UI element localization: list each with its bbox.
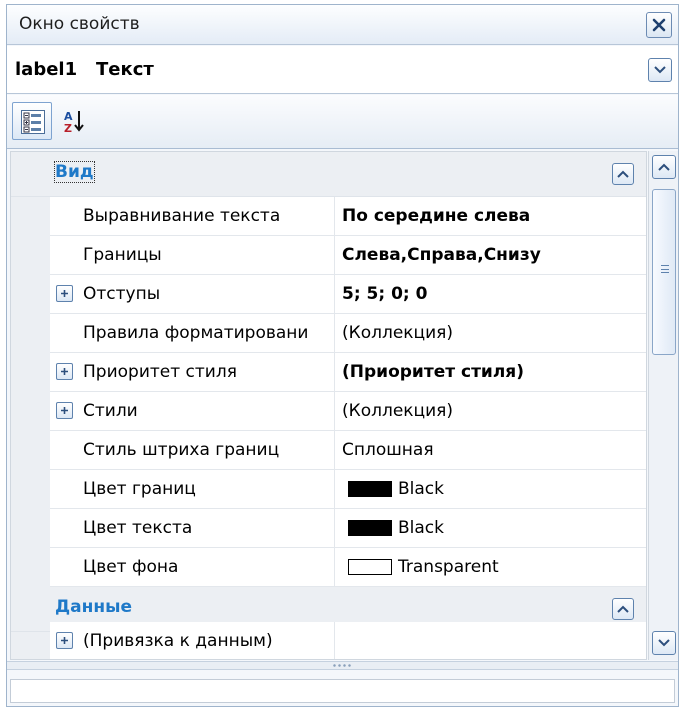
property-row[interactable]: (Привязка к данным) xyxy=(50,622,646,659)
object-name: label1 xyxy=(15,59,78,80)
category-header-appearance[interactable]: Вид xyxy=(11,152,646,197)
category-label: Данные xyxy=(55,597,133,617)
expand-button[interactable] xyxy=(56,632,73,649)
alphabetical-view-button[interactable]: A Z xyxy=(55,102,95,140)
category-label: Вид xyxy=(54,161,95,183)
window-title: Окно свойств xyxy=(19,14,140,34)
svg-text:Z: Z xyxy=(64,122,72,135)
scroll-down-button[interactable] xyxy=(652,631,676,655)
property-grid: Вид Выравнивание текста По середине слев… xyxy=(10,151,647,660)
property-row[interactable]: Цвет текста Black xyxy=(50,509,646,548)
property-value[interactable]: 5; 5; 0; 0 xyxy=(342,284,427,304)
color-swatch xyxy=(348,481,392,497)
property-value[interactable]: Сплошная xyxy=(342,440,434,460)
splitter-grip-icon xyxy=(332,664,352,667)
property-row[interactable]: Отступы 5; 5; 0; 0 xyxy=(50,275,646,314)
close-button[interactable] xyxy=(646,12,672,38)
sort-az-icon: A Z xyxy=(64,110,84,135)
property-name: Цвет границ xyxy=(83,479,196,499)
property-row[interactable]: Границы Слева,Справа,Снизу xyxy=(50,236,646,275)
property-name: Стиль штриха границ xyxy=(83,440,280,460)
collapse-category-button[interactable] xyxy=(612,163,634,185)
expand-button[interactable] xyxy=(56,363,73,380)
property-row[interactable]: Стили (Коллекция) xyxy=(50,392,646,431)
expand-button[interactable] xyxy=(56,285,73,302)
property-row[interactable]: Выравнивание текста По середине слева xyxy=(50,197,646,236)
property-name: Цвет текста xyxy=(83,518,193,538)
plus-icon xyxy=(61,637,68,644)
chevron-down-icon xyxy=(654,66,666,74)
property-value[interactable]: Black xyxy=(398,518,444,538)
plus-icon xyxy=(61,407,68,414)
grid-gutter xyxy=(11,152,50,659)
chevron-up-icon xyxy=(617,170,629,178)
scroll-up-button[interactable] xyxy=(652,155,676,179)
property-value[interactable]: По середине слева xyxy=(342,206,530,226)
chevron-up-icon xyxy=(617,605,629,613)
plus-icon xyxy=(61,368,68,375)
chevron-down-icon xyxy=(658,639,670,647)
plus-icon xyxy=(61,290,68,297)
property-value[interactable]: Black xyxy=(398,479,444,499)
color-swatch xyxy=(348,520,392,536)
description-panel xyxy=(10,679,675,703)
property-row[interactable]: Приоритет стиля (Приоритет стиля) xyxy=(50,353,646,392)
property-value[interactable]: Transparent xyxy=(398,557,499,577)
collapse-category-button[interactable] xyxy=(612,598,634,620)
property-name: Правила форматировани xyxy=(83,323,309,343)
property-row[interactable]: Цвет границ Black xyxy=(50,470,646,509)
description-splitter[interactable] xyxy=(7,661,678,670)
property-row[interactable]: Цвет фона Transparent xyxy=(50,548,646,587)
categorized-view-button[interactable] xyxy=(12,102,52,140)
property-name: Границы xyxy=(83,245,162,265)
property-name: Приоритет стиля xyxy=(83,362,237,382)
property-name: Отступы xyxy=(83,284,161,304)
title-bar: Окно свойств xyxy=(7,5,678,45)
vertical-scrollbar[interactable] xyxy=(648,151,678,660)
property-name: Стили xyxy=(83,401,138,421)
property-row[interactable]: Правила форматировани (Коллекция) xyxy=(50,314,646,353)
chevron-up-icon xyxy=(658,163,670,171)
scroll-thumb[interactable] xyxy=(652,189,676,355)
property-value[interactable]: Слева,Справа,Снизу xyxy=(342,245,541,265)
property-value[interactable]: (Приоритет стиля) xyxy=(342,362,524,382)
property-value[interactable]: (Коллекция) xyxy=(342,401,453,421)
property-name: Выравнивание текста xyxy=(83,206,281,226)
object-dropdown-button[interactable] xyxy=(648,58,672,82)
property-name: (Привязка к данным) xyxy=(83,631,273,651)
object-selector[interactable]: label1 Текст xyxy=(7,46,678,94)
grip-icon xyxy=(661,265,669,273)
color-swatch xyxy=(348,559,392,575)
property-name: Цвет фона xyxy=(83,557,179,577)
property-value[interactable]: (Коллекция) xyxy=(342,323,453,343)
object-type: Текст xyxy=(96,59,154,80)
categorized-view-icon xyxy=(21,110,45,134)
toolbar: A Z xyxy=(7,95,678,149)
close-icon xyxy=(652,18,666,32)
property-row[interactable]: Стиль штриха границ Сплошная xyxy=(50,431,646,470)
expand-button[interactable] xyxy=(56,402,73,419)
properties-window: Окно свойств label1 Текст A Z Вид Выравн… xyxy=(6,4,679,707)
